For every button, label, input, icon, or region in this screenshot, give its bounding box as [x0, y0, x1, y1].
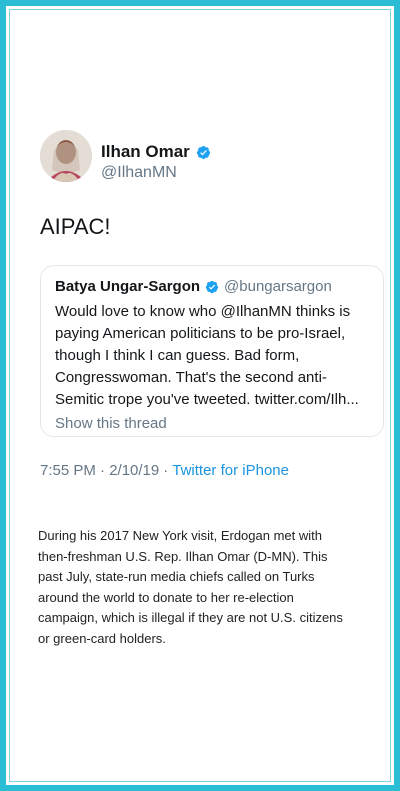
quoted-author-handle: @bungarsargon: [224, 278, 332, 295]
show-thread-link[interactable]: Show this thread: [55, 415, 371, 432]
quoted-tweet-text: Would love to know who @IlhanMN thinks i…: [55, 303, 359, 408]
meta-separator: ·: [163, 462, 169, 479]
tweet-source-link[interactable]: Twitter for iPhone: [172, 462, 289, 479]
quoted-author-name: Batya Ungar-Sargon: [55, 278, 201, 295]
verified-badge-icon: [205, 280, 219, 293]
tweet-meta: 7:55 PM · 2/10/19 · Twitter for iPhone: [40, 462, 289, 479]
tweet-timestamp[interactable]: 7:55 PM · 2/10/19: [40, 462, 159, 479]
tweet-header: Ilhan Omar @IlhanMN: [40, 130, 370, 194]
avatar-portrait-icon: [40, 130, 92, 182]
article-paragraph: During his 2017 New York visit, Erdogan …: [38, 528, 343, 646]
verified-badge-icon: [196, 145, 210, 159]
avatar[interactable]: [40, 130, 92, 182]
tweet-text: AIPAC!: [40, 214, 111, 239]
author-handle[interactable]: @IlhanMN: [101, 164, 177, 182]
quoted-tweet-card[interactable]: Batya Ungar-Sargon @bungarsargon Would l…: [40, 265, 384, 437]
author-name[interactable]: Ilhan Omar: [101, 142, 190, 162]
